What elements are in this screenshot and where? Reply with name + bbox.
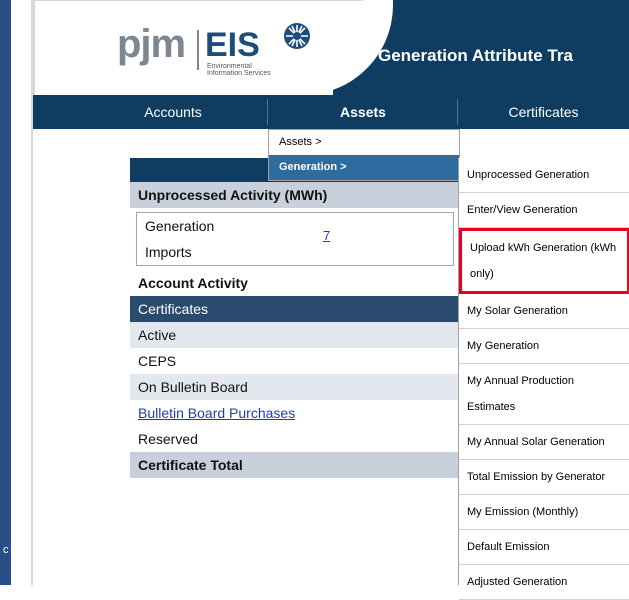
bulletin-purchases-link[interactable]: Bulletin Board Purchases [138, 405, 295, 421]
reserved-row: Reserved [130, 426, 460, 452]
logo-brand: pjm [117, 22, 186, 66]
assets-dropdown: Assets > Generation > [268, 129, 460, 181]
bulletin-row: On Bulletin Board [130, 374, 460, 400]
generation-submenu: Unprocessed Generation Enter/View Genera… [458, 158, 629, 600]
logo[interactable]: pjm EIS Environmental Information Servic… [33, 0, 363, 95]
nav-certificates[interactable]: Certificates [458, 95, 629, 129]
left-strip-label: c [3, 544, 9, 556]
submenu-my-annual-solar-generation[interactable]: My Annual Solar Generation [459, 425, 629, 460]
submenu-unprocessed-generation[interactable]: Unprocessed Generation [459, 158, 629, 193]
unprocessed-activity-heading: Unprocessed Activity (MWh) [130, 182, 460, 208]
submenu-my-emission-monthly[interactable]: My Emission (Monthly) [459, 495, 629, 530]
left-window-strip: c [0, 0, 11, 585]
certificate-total-row: Certificate Total [130, 452, 460, 478]
submenu-default-emission[interactable]: Default Emission [459, 530, 629, 565]
logo-product: EIS [205, 26, 260, 64]
main-nav: Accounts Assets Certificates [33, 95, 629, 129]
active-row: Active [130, 322, 460, 348]
account-activity-heading: Account Activity [130, 270, 460, 296]
submenu-adjusted-generation[interactable]: Adjusted Generation [459, 565, 629, 600]
logo-separator [197, 30, 199, 70]
ceps-row: CEPS [130, 348, 460, 374]
bulletin-purchases-row: Bulletin Board Purchases [130, 400, 460, 426]
submenu-my-generation[interactable]: My Generation [459, 329, 629, 364]
nav-accounts[interactable]: Accounts [93, 95, 253, 129]
sunburst-icon [284, 23, 310, 49]
submenu-my-annual-production-estimates[interactable]: My Annual Production Estimates [459, 364, 629, 425]
nav-assets[interactable]: Assets [268, 95, 458, 129]
submenu-my-solar-generation[interactable]: My Solar Generation [459, 294, 629, 329]
generation-value-link[interactable]: 7 [323, 228, 330, 243]
menu-generation[interactable]: Generation > [269, 155, 459, 180]
activity-panel: Unprocessed Activity (MWh) Generation Im… [130, 158, 460, 513]
logo-subtitle: Environmental Information Services [207, 63, 271, 77]
submenu-total-emission-by-generator[interactable]: Total Emission by Generator [459, 460, 629, 495]
imports-row: Imports [137, 239, 453, 265]
page-title: Generation Attribute Tra [378, 46, 573, 65]
menu-assets[interactable]: Assets > [269, 130, 459, 155]
certificates-heading: Certificates [130, 296, 460, 322]
submenu-enter-view-generation[interactable]: Enter/View Generation [459, 193, 629, 228]
submenu-upload-kwh-generation[interactable]: Upload kWh Generation (kWh only) [459, 228, 629, 294]
page-header: pjm EIS Environmental Information Servic… [33, 0, 629, 95]
generation-row: Generation [137, 213, 453, 239]
unprocessed-box: Generation Imports [136, 212, 454, 266]
